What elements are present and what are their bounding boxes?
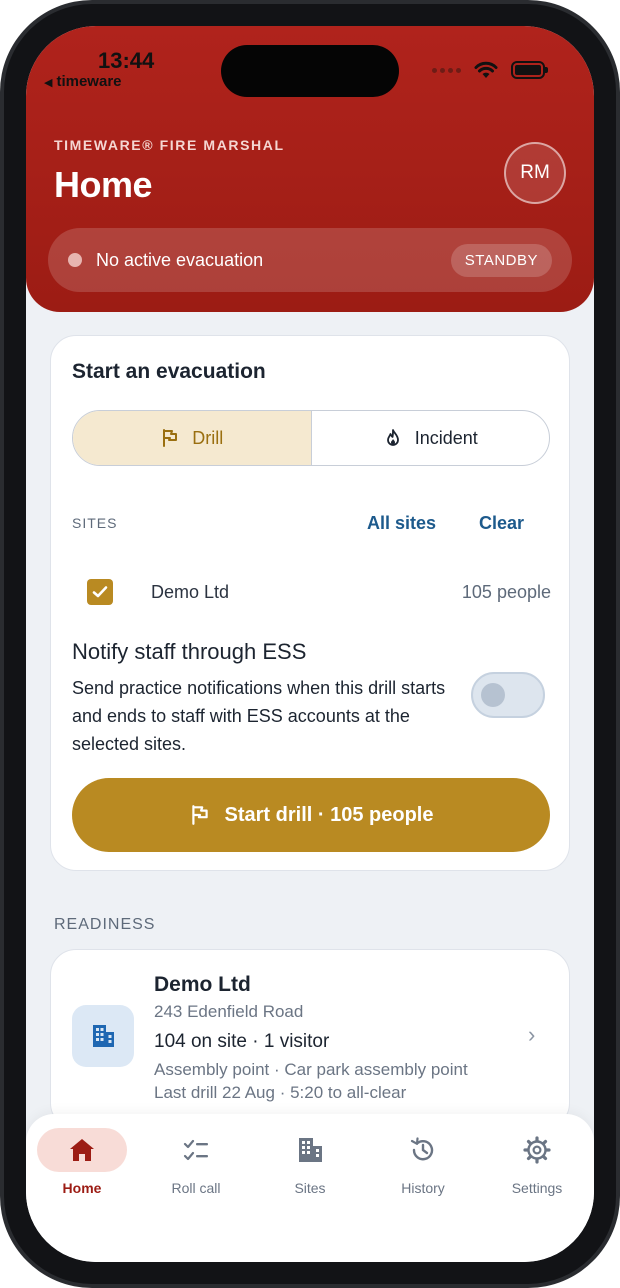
status-indicators: [432, 60, 548, 80]
nav-roll-call-label: Roll call: [171, 1180, 221, 1196]
sites-section-label: SITES: [72, 515, 118, 531]
notify-description: Send practice notifications when this dr…: [72, 678, 446, 754]
battery-icon: [511, 61, 548, 79]
start-drill-button[interactable]: Start drill · 105 people: [72, 778, 550, 852]
readiness-last-drill: Last drill 22 Aug · 5:20 to all-clear: [154, 1083, 407, 1102]
notify-title: Notify staff through ESS: [72, 639, 307, 664]
readiness-site-address: 243 Edenfield Road: [154, 1002, 304, 1021]
status-dot: [68, 253, 82, 267]
status-time: 13:44: [98, 48, 155, 73]
nav-settings-pill: [492, 1128, 582, 1172]
app-screen: 13:44 ◀ timeware TIMEWARE® FIRE MARSHAL H…: [26, 26, 594, 1262]
nav-history-pill: [378, 1128, 468, 1172]
nav-home-pill: [37, 1128, 127, 1172]
building-icon: [93, 1025, 114, 1047]
site-people-count: 105 people: [461, 581, 551, 602]
start-evacuation-card: Start an evacuation Drill Incident SITES…: [50, 335, 570, 871]
building-icon: [299, 1138, 322, 1162]
app-header: 13:44 ◀ timeware TIMEWARE® FIRE MARSHAL H…: [26, 26, 594, 312]
site-row[interactable]: Demo Ltd 105 people: [87, 576, 551, 608]
building-tile: [72, 1005, 134, 1067]
bottom-navigation: Home Roll call Sites History Settings: [26, 1114, 594, 1262]
history-icon: [410, 1137, 434, 1161]
nav-history[interactable]: History: [368, 1128, 478, 1196]
start-drill-label: Start drill · 105 people: [224, 803, 434, 826]
gear-icon: [523, 1136, 551, 1164]
mode-drill-label: Drill: [192, 427, 224, 448]
nav-sites[interactable]: Sites: [255, 1128, 365, 1196]
notify-ess-toggle[interactable]: [471, 672, 545, 718]
site-checkbox[interactable]: [87, 579, 113, 605]
clear-sites-link[interactable]: Clear: [479, 513, 524, 534]
nav-settings-label: Settings: [511, 1180, 563, 1196]
back-triangle-icon: ◀: [44, 77, 53, 89]
all-sites-link[interactable]: All sites: [367, 513, 436, 534]
home-icon: [70, 1139, 94, 1161]
page-title: Home: [54, 164, 153, 205]
nav-settings[interactable]: Settings: [482, 1128, 592, 1196]
app-brand: TIMEWARE® FIRE MARSHAL: [54, 137, 285, 153]
wifi-icon: [474, 61, 498, 78]
nav-roll-call[interactable]: Roll call: [141, 1128, 251, 1196]
flag-icon: [163, 429, 178, 447]
user-avatar[interactable]: RM: [504, 142, 566, 204]
readiness-site-name: Demo Ltd: [154, 973, 251, 996]
flag-icon: [191, 805, 208, 825]
evacuation-status-text: No active evacuation: [96, 249, 264, 270]
nav-sites-pill: [265, 1128, 355, 1172]
mode-incident-button[interactable]: Incident: [312, 411, 550, 465]
cellular-signal-icon: [432, 67, 461, 73]
card-title: Start an evacuation: [72, 360, 266, 383]
nav-home-label: Home: [62, 1180, 102, 1196]
back-to-app-link[interactable]: ◀ timeware: [44, 73, 122, 90]
nav-sites-label: Sites: [294, 1180, 326, 1196]
chevron-right-icon: ›: [528, 1022, 536, 1047]
mode-incident-label: Incident: [414, 427, 478, 448]
site-name: Demo Ltd: [151, 581, 230, 602]
fire-icon: [386, 429, 399, 446]
readiness-assembly-point: Assembly point · Car park assembly point: [154, 1060, 468, 1079]
readiness-site-card[interactable]: Demo Ltd 243 Edenfield Road 104 on site …: [50, 949, 570, 1129]
checklist-icon: [183, 1139, 208, 1161]
toggle-knob: [481, 683, 505, 707]
nav-history-label: History: [401, 1180, 445, 1196]
evacuation-mode-toggle: Drill Incident: [72, 410, 550, 466]
standby-badge: STANDBY: [450, 243, 552, 277]
dynamic-island: [221, 45, 399, 97]
phone-frame: 13:44 ◀ timeware TIMEWARE® FIRE MARSHAL H…: [0, 0, 620, 1288]
nav-roll-call-pill: [151, 1128, 241, 1172]
readiness-section-label: READINESS: [54, 916, 156, 933]
evacuation-status-bar: No active evacuation STANDBY: [48, 228, 572, 292]
check-icon: [92, 586, 108, 598]
readiness-on-site: 104 on site · 1 visitor: [154, 1031, 330, 1052]
nav-home[interactable]: Home: [27, 1128, 137, 1196]
back-app-label: timeware: [56, 73, 122, 90]
mode-drill-button[interactable]: Drill: [73, 411, 312, 465]
